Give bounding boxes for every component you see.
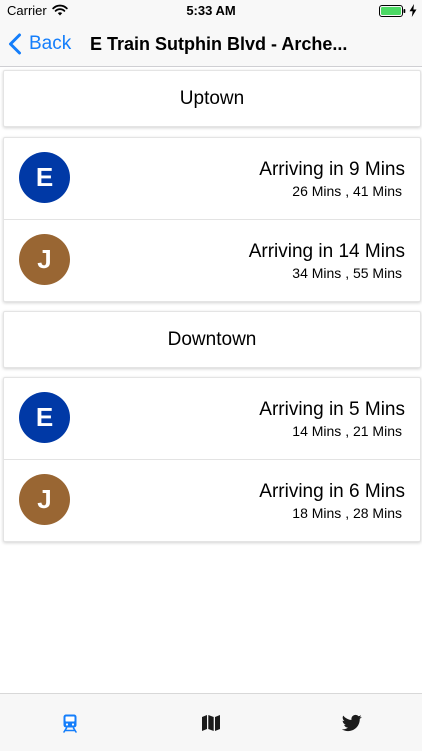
train-row[interactable]: J Arriving in 14 Mins 34 Mins , 55 Mins: [4, 219, 420, 301]
train-list-downtown: E Arriving in 5 Mins 14 Mins , 21 Mins J…: [3, 377, 421, 542]
page-title: E Train Sutphin Blvd - Arche...: [90, 34, 348, 54]
section-header-uptown: Uptown: [3, 70, 421, 127]
arrival-time: Arriving in 14 Mins: [248, 241, 405, 262]
line-bullet-e: E: [19, 152, 70, 203]
arrival-time: Arriving in 5 Mins: [259, 399, 405, 420]
status-bar: Carrier 5:33 AM: [0, 0, 422, 22]
charging-bolt-icon: [409, 4, 417, 17]
battery-icon: [379, 5, 406, 17]
next-arrivals: 14 Mins , 21 Mins: [292, 423, 402, 439]
arrival-time: Arriving in 6 Mins: [259, 481, 405, 502]
next-arrivals: 34 Mins , 55 Mins: [292, 265, 402, 281]
tab-bar: [0, 693, 422, 751]
line-bullet-j: J: [19, 474, 70, 525]
arrival-time: Arriving in 9 Mins: [259, 159, 405, 180]
section-header-downtown: Downtown: [3, 311, 421, 368]
line-bullet-e: E: [19, 392, 70, 443]
train-row[interactable]: E Arriving in 5 Mins 14 Mins , 21 Mins: [4, 378, 420, 459]
map-icon: [202, 714, 220, 731]
navigation-bar: Back E Train Sutphin Blvd - Arche...: [0, 22, 422, 67]
section-title: Uptown: [179, 87, 245, 109]
twitter-icon: [342, 714, 362, 731]
line-bullet-j: J: [19, 234, 70, 285]
train-row[interactable]: E Arriving in 9 Mins 26 Mins , 41 Mins: [4, 138, 420, 219]
back-label: Back: [29, 33, 72, 54]
tab-map[interactable]: [141, 694, 281, 751]
next-arrivals: 18 Mins , 28 Mins: [292, 505, 402, 521]
train-list-uptown: E Arriving in 9 Mins 26 Mins , 41 Mins J…: [3, 137, 421, 302]
tab-twitter[interactable]: [282, 694, 422, 751]
train-icon: [63, 714, 77, 733]
next-arrivals: 26 Mins , 41 Mins: [292, 183, 402, 199]
status-time: 5:33 AM: [186, 3, 236, 18]
back-button[interactable]: Back: [8, 22, 71, 66]
train-row[interactable]: J Arriving in 6 Mins 18 Mins , 28 Mins: [4, 459, 420, 541]
tab-trains[interactable]: [0, 694, 140, 751]
section-title: Downtown: [167, 328, 257, 350]
chevron-left-icon: [9, 33, 21, 55]
